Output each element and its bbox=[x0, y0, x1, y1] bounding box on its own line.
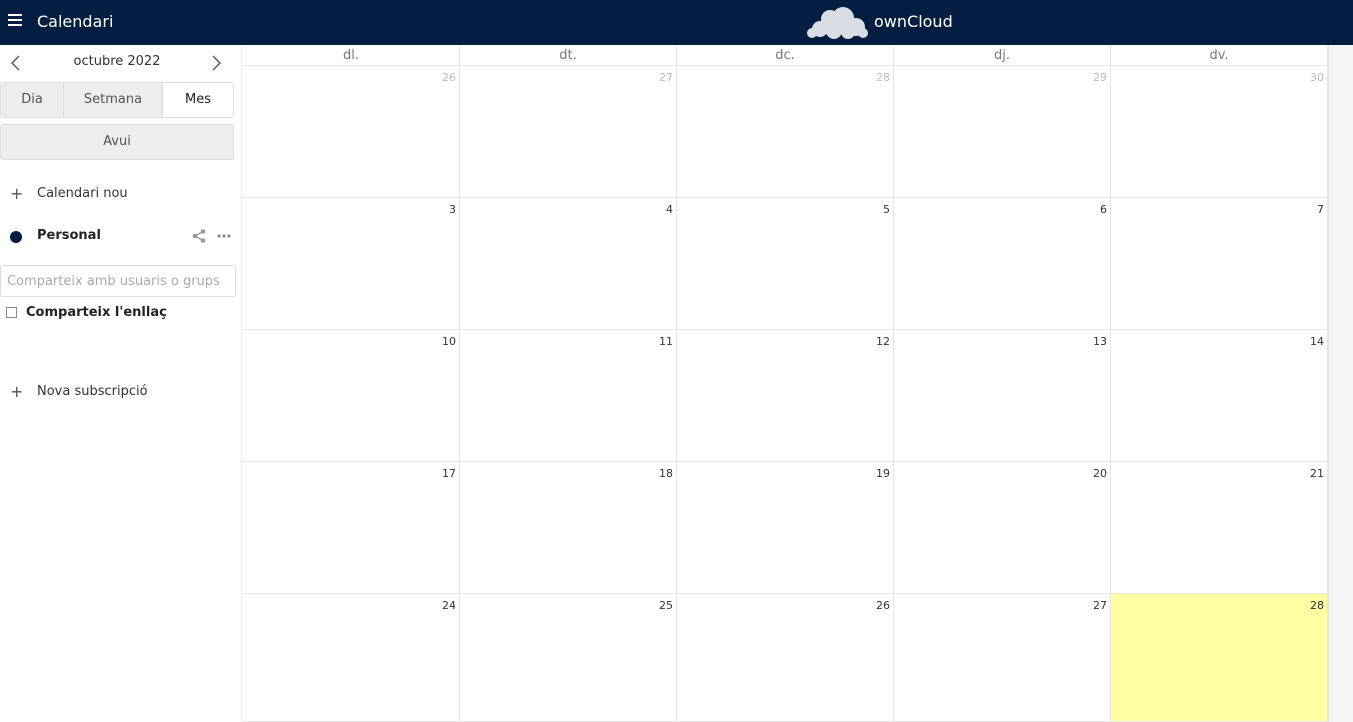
day-cell[interactable]: 10 bbox=[243, 330, 460, 462]
day-number[interactable]: 26 bbox=[442, 71, 456, 84]
day-number[interactable]: 7 bbox=[1317, 203, 1324, 216]
day-number[interactable]: 11 bbox=[659, 335, 673, 348]
weekday-label: dj. bbox=[894, 45, 1111, 66]
chevron-right-icon[interactable] bbox=[206, 53, 226, 73]
weekday-label: dt. bbox=[460, 45, 677, 66]
view-month-button[interactable]: Mes bbox=[163, 83, 233, 117]
view-switcher: Dia Setmana Mes bbox=[0, 82, 234, 118]
app-header: Calendari ownCloud bbox=[0, 0, 1353, 45]
day-number[interactable]: 4 bbox=[666, 203, 673, 216]
day-number[interactable]: 25 bbox=[659, 599, 673, 612]
today-button[interactable]: Avui bbox=[0, 124, 234, 160]
day-cell[interactable]: 6 bbox=[894, 198, 1111, 330]
current-month-label[interactable]: octubre 2022 bbox=[0, 54, 234, 69]
day-cell[interactable]: 12 bbox=[677, 330, 894, 462]
view-day-button[interactable]: Dia bbox=[1, 83, 64, 117]
calendar-item-personal[interactable]: Personal bbox=[0, 222, 242, 252]
weekday-label: dl. bbox=[243, 45, 460, 66]
day-number[interactable]: 28 bbox=[1310, 599, 1324, 612]
share-icon[interactable] bbox=[191, 228, 207, 244]
day-cell[interactable]: 27 bbox=[894, 594, 1111, 722]
day-cell[interactable]: 19 bbox=[677, 462, 894, 594]
share-link-checkbox[interactable] bbox=[6, 307, 17, 318]
day-number[interactable]: 3 bbox=[449, 203, 456, 216]
day-number[interactable]: 29 bbox=[1093, 71, 1107, 84]
day-number[interactable]: 21 bbox=[1310, 467, 1324, 480]
day-number[interactable]: 19 bbox=[876, 467, 890, 480]
day-number[interactable]: 17 bbox=[442, 467, 456, 480]
day-number[interactable]: 14 bbox=[1310, 335, 1324, 348]
day-cell[interactable]: 5 bbox=[677, 198, 894, 330]
calendar-color-dot[interactable] bbox=[10, 231, 22, 243]
view-week-button[interactable]: Setmana bbox=[64, 83, 163, 117]
day-cell[interactable]: 26 bbox=[677, 594, 894, 722]
day-cell[interactable]: 3 bbox=[243, 198, 460, 330]
plus-icon: + bbox=[10, 381, 24, 401]
scroll-gutter bbox=[1328, 45, 1353, 722]
weekday-header: dl. dt. dc. dj. dv. bbox=[243, 45, 1353, 66]
new-subscription-label: Nova subscripció bbox=[37, 383, 148, 399]
day-cell[interactable]: 30 bbox=[1111, 66, 1328, 198]
day-cell[interactable]: 27 bbox=[460, 66, 677, 198]
day-cell[interactable]: 26 bbox=[243, 66, 460, 198]
new-calendar-label: Calendari nou bbox=[37, 185, 128, 201]
day-cell[interactable]: 29 bbox=[894, 66, 1111, 198]
day-cell[interactable]: 13 bbox=[894, 330, 1111, 462]
hamburger-menu-icon[interactable] bbox=[8, 14, 22, 30]
day-number[interactable]: 27 bbox=[1093, 599, 1107, 612]
day-number[interactable]: 26 bbox=[876, 599, 890, 612]
day-cell[interactable]: 17 bbox=[243, 462, 460, 594]
day-number[interactable]: 20 bbox=[1093, 467, 1107, 480]
share-with-input[interactable] bbox=[0, 265, 236, 297]
day-number[interactable]: 28 bbox=[876, 71, 890, 84]
share-link-label[interactable]: Comparteix l'enllaç bbox=[26, 305, 167, 320]
day-cell-today[interactable]: 28 bbox=[1111, 594, 1328, 722]
day-cell[interactable]: 28 bbox=[677, 66, 894, 198]
month-view: dl. dt. dc. dj. dv. 26 27 28 29 30 3 4 5 6 7 10 11 1… bbox=[243, 45, 1353, 722]
weekday-label: dc. bbox=[677, 45, 894, 66]
day-cell[interactable]: 20 bbox=[894, 462, 1111, 594]
day-cell[interactable]: 14 bbox=[1111, 330, 1328, 462]
day-number[interactable]: 6 bbox=[1100, 203, 1107, 216]
share-link-row: Comparteix l'enllaç bbox=[0, 303, 240, 323]
day-cell[interactable]: 18 bbox=[460, 462, 677, 594]
day-number[interactable]: 24 bbox=[442, 599, 456, 612]
day-number[interactable]: 10 bbox=[442, 335, 456, 348]
owncloud-logo-icon[interactable] bbox=[806, 5, 868, 41]
plus-icon: + bbox=[10, 183, 24, 203]
day-cell[interactable]: 4 bbox=[460, 198, 677, 330]
date-navigator: octubre 2022 bbox=[0, 45, 234, 81]
day-number[interactable]: 12 bbox=[876, 335, 890, 348]
calendar-name: Personal bbox=[37, 228, 101, 243]
more-options-icon[interactable] bbox=[216, 228, 232, 244]
app-title: Calendari bbox=[37, 12, 114, 31]
sidebar: octubre 2022 Dia Setmana Mes Avui + Cale… bbox=[0, 45, 242, 722]
day-number[interactable]: 27 bbox=[659, 71, 673, 84]
day-cell[interactable]: 7 bbox=[1111, 198, 1328, 330]
day-number[interactable]: 5 bbox=[883, 203, 890, 216]
new-subscription-button[interactable]: + Nova subscripció bbox=[0, 376, 242, 406]
day-cell[interactable]: 25 bbox=[460, 594, 677, 722]
day-number[interactable]: 13 bbox=[1093, 335, 1107, 348]
day-cell[interactable]: 24 bbox=[243, 594, 460, 722]
new-calendar-button[interactable]: + Calendari nou bbox=[0, 178, 242, 208]
weekday-label: dv. bbox=[1111, 45, 1328, 66]
day-number[interactable]: 30 bbox=[1310, 71, 1324, 84]
day-number[interactable]: 18 bbox=[659, 467, 673, 480]
brand-name: ownCloud bbox=[874, 12, 953, 31]
day-cell[interactable]: 21 bbox=[1111, 462, 1328, 594]
day-cell[interactable]: 11 bbox=[460, 330, 677, 462]
